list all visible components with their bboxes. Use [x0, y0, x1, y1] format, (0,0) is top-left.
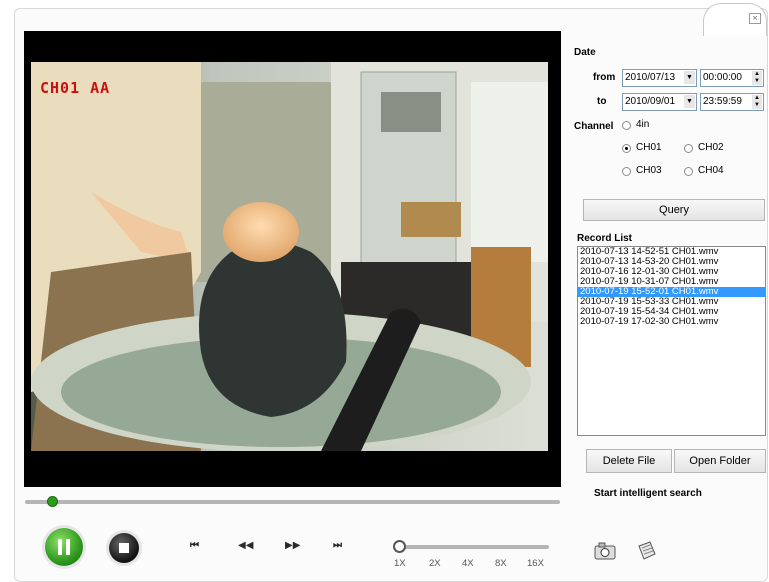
from-date-value: 2010/07/13	[625, 72, 676, 83]
radio-4in-label: 4in	[636, 119, 650, 130]
intelligent-search-link[interactable]: Start intelligent search	[594, 488, 702, 499]
query-button[interactable]: Query	[583, 199, 765, 221]
clip-button[interactable]	[636, 540, 658, 566]
rewind-icon[interactable]: ◀◀	[238, 540, 253, 551]
date-label: Date	[574, 47, 596, 58]
chevron-down-icon[interactable]: ▼	[684, 95, 695, 108]
to-label: to	[597, 96, 607, 107]
speed-2x: 2X	[429, 558, 441, 569]
spin-arrows-icon[interactable]: ▲ ▼	[752, 95, 762, 109]
pause-icon	[58, 539, 70, 555]
radio-ch03-label: CH03	[636, 165, 662, 176]
chevron-down-icon[interactable]: ▼	[684, 71, 695, 84]
open-folder-button[interactable]: Open Folder	[674, 449, 766, 473]
to-date-value: 2010/09/01	[625, 96, 676, 107]
record-list[interactable]: 2010-07-13 14-52-51 CH01.wmv 2010-07-13 1…	[577, 246, 766, 436]
clip-icon	[638, 541, 656, 560]
record-list-title: Record List	[577, 233, 633, 244]
radio-ch03[interactable]	[622, 167, 631, 176]
snapshot-button[interactable]	[594, 542, 616, 564]
from-time-spinner[interactable]: 00:00:00 ▲ ▼	[700, 69, 764, 87]
close-icon[interactable]: ×	[749, 13, 761, 24]
stop-button[interactable]	[109, 533, 139, 563]
timeline-track[interactable]	[25, 500, 560, 504]
stop-icon	[119, 543, 129, 553]
skip-first-icon[interactable]: ⏮	[190, 540, 199, 551]
radio-4in[interactable]	[622, 121, 631, 130]
camera-icon	[594, 542, 616, 560]
speed-4x: 4X	[462, 558, 474, 569]
speed-16x: 16X	[527, 558, 544, 569]
fast-forward-icon[interactable]: ▶▶	[285, 540, 300, 551]
to-date-picker[interactable]: 2010/09/01 ▼	[622, 93, 697, 111]
to-time-value: 23:59:59	[703, 96, 742, 107]
skip-last-icon[interactable]: ⏭	[333, 540, 342, 551]
from-date-picker[interactable]: 2010/07/13 ▼	[622, 69, 697, 87]
channel-overlay-label: CH01 AA	[40, 79, 111, 97]
radio-ch04[interactable]	[684, 167, 693, 176]
speed-slider-track[interactable]	[395, 545, 549, 549]
speed-8x: 8X	[495, 558, 507, 569]
channel-label: Channel	[574, 121, 614, 132]
speed-1x: 1X	[394, 558, 406, 569]
radio-ch04-label: CH04	[698, 165, 724, 176]
radio-ch01[interactable]	[622, 144, 631, 153]
pause-button[interactable]	[45, 528, 83, 566]
speed-slider-thumb[interactable]	[393, 540, 406, 553]
delete-file-button[interactable]: Delete File	[586, 449, 672, 473]
video-frame	[31, 62, 548, 451]
radio-ch02-label: CH02	[698, 142, 724, 153]
radio-ch02[interactable]	[684, 144, 693, 153]
from-time-value: 00:00:00	[703, 72, 742, 83]
radio-ch01-label: CH01	[636, 142, 662, 153]
spin-arrows-icon[interactable]: ▲ ▼	[752, 71, 762, 85]
to-time-spinner[interactable]: 23:59:59 ▲ ▼	[700, 93, 764, 111]
from-label: from	[593, 72, 616, 83]
video-image	[31, 62, 548, 451]
timeline-thumb[interactable]	[46, 496, 58, 507]
record-list-item[interactable]: 2010-07-19 17-02-30 CH01.wmv	[578, 317, 765, 327]
